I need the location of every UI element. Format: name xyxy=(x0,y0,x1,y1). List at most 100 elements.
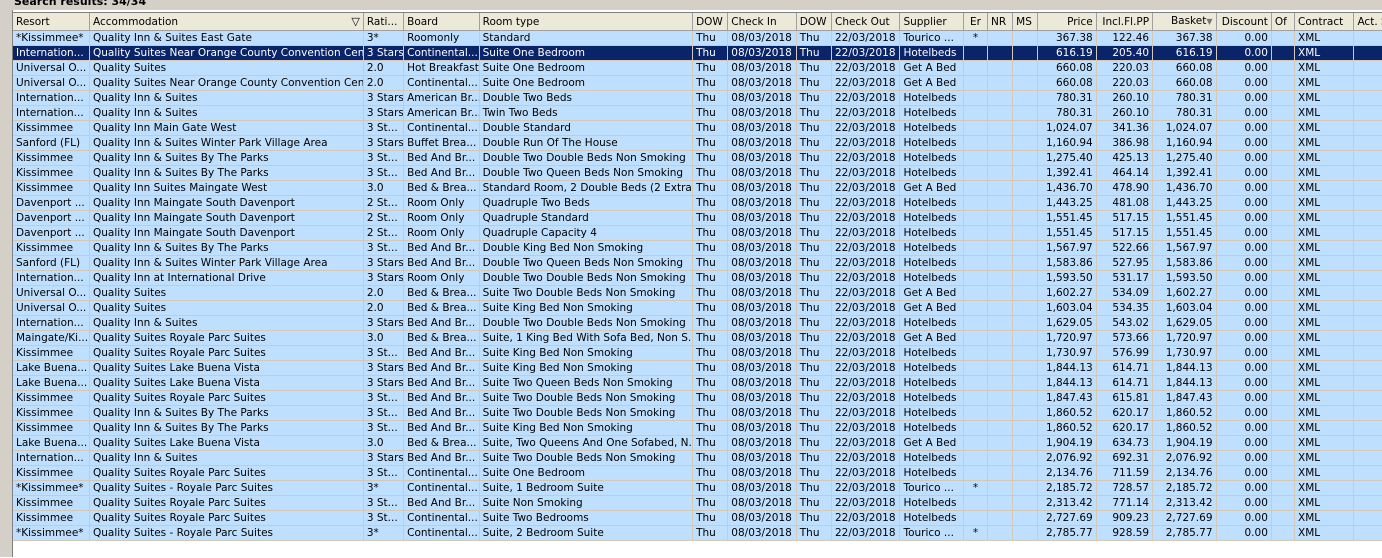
cell-check-out: 22/03/2018 xyxy=(831,270,901,286)
cell-rating: 3 Stars xyxy=(363,270,405,286)
table-row[interactable]: Universal O... Quality Suites 2.0 Bed & Bre… xyxy=(13,285,1382,301)
table-row[interactable]: Internation... Quality Inn & Suites 3 Star… xyxy=(13,105,1382,121)
cell-supplier: Hotelbeds xyxy=(899,105,964,121)
column-header-er[interactable]: Er xyxy=(963,13,989,31)
table-row[interactable]: Kissimmee Quality Inn & Suites By The Par… xyxy=(13,240,1382,256)
column-header-act-su[interactable]: Act. Su xyxy=(1353,13,1382,31)
table-row[interactable]: *Kissimmee* Quality Inn & Suites East Gat… xyxy=(13,30,1382,46)
table-row[interactable]: Davenport ... Quality Inn Maingate South … xyxy=(13,225,1382,241)
column-header-dow-in[interactable]: DOW xyxy=(692,13,729,31)
column-header-check-out[interactable]: Check Out xyxy=(831,13,901,31)
cell-ms xyxy=(1012,405,1039,421)
cell-check-in: 08/03/2018 xyxy=(727,480,797,496)
table-row[interactable]: Kissimmee Quality Inn & Suites By The Par… xyxy=(13,420,1382,436)
column-header-contract[interactable]: Contract xyxy=(1294,13,1355,31)
column-header-rating[interactable]: Rati... xyxy=(363,13,405,31)
cell-act-su xyxy=(1353,420,1382,436)
cell-dow-in: Thu xyxy=(692,480,729,496)
cell-board: Bed And Br... xyxy=(403,360,480,376)
cell-incl-fl-pp: 634.73 xyxy=(1096,435,1154,451)
table-row[interactable]: Kissimmee Quality Suites Royale Parc Suit… xyxy=(13,390,1382,406)
table-row[interactable]: Sanford (FL) Quality Inn & Suites Winter … xyxy=(13,255,1382,271)
column-header-price[interactable]: Price xyxy=(1037,13,1097,31)
cell-price: 616.19 xyxy=(1037,45,1097,61)
column-header-resort[interactable]: Resort xyxy=(13,13,91,31)
cell-room-type: Suite King Bed Non Smoking xyxy=(479,345,694,361)
table-row[interactable]: *Kissimmee* Quality Suites - Royale Parc … xyxy=(13,525,1382,541)
cell-board: Continental... xyxy=(403,45,480,61)
cell-nr xyxy=(987,375,1014,391)
cell-rating: 3* xyxy=(363,30,405,46)
cell-basket: 1,844.13 xyxy=(1152,375,1217,391)
cell-of xyxy=(1271,525,1296,541)
cell-er xyxy=(963,210,989,226)
cell-board: Bed & Brea... xyxy=(403,285,480,301)
table-row[interactable]: Davenport ... Quality Inn Maingate South … xyxy=(13,195,1382,211)
table-row[interactable]: Kissimmee Quality Suites Royale Parc Suit… xyxy=(13,495,1382,511)
results-grid[interactable]: Resort Accommodation ▽ Rati... Board Room typ… xyxy=(13,12,1382,558)
column-header-of[interactable]: Of xyxy=(1271,13,1296,31)
cell-of xyxy=(1271,45,1296,61)
table-row[interactable]: *Kissimmee* Quality Suites - Royale Parc … xyxy=(13,480,1382,496)
cell-room-type: Suite One Bedroom xyxy=(479,465,694,481)
cell-check-out: 22/03/2018 xyxy=(831,30,901,46)
cell-contract: XML xyxy=(1294,330,1355,346)
table-row[interactable]: Lake Buena... Quality Suites Lake Buena V… xyxy=(13,360,1382,376)
cell-supplier: Hotelbeds xyxy=(899,375,964,391)
column-header-discount[interactable]: Discount xyxy=(1216,13,1272,31)
cell-board: Bed & Brea... xyxy=(403,435,480,451)
cell-resort: Davenport ... xyxy=(13,210,91,226)
column-header-ms[interactable]: MS xyxy=(1012,13,1039,31)
cell-act-su xyxy=(1353,285,1382,301)
table-row[interactable]: Kissimmee Quality Inn & Suites By The Par… xyxy=(13,165,1382,181)
table-row[interactable]: Internation... Quality Suites Near Orange… xyxy=(13,45,1382,61)
cell-discount: 0.00 xyxy=(1216,525,1272,541)
table-row[interactable]: Lake Buena... Quality Suites Lake Buena V… xyxy=(13,435,1382,451)
table-row[interactable]: Kissimmee Quality Inn & Suites By The Par… xyxy=(13,150,1382,166)
table-row[interactable]: Davenport ... Quality Inn Maingate South … xyxy=(13,210,1382,226)
table-row[interactable]: Universal O... Quality Suites 2.0 Hot Break… xyxy=(13,60,1382,76)
table-row[interactable]: Kissimmee Quality Inn Suites Maingate Wes… xyxy=(13,180,1382,196)
table-row[interactable]: Sanford (FL) Quality Inn & Suites Winter … xyxy=(13,135,1382,151)
table-row[interactable]: Kissimmee Quality Suites Royale Parc Suit… xyxy=(13,510,1382,526)
table-row[interactable]: Internation... Quality Inn & Suites 3 Star… xyxy=(13,90,1382,106)
column-header-board[interactable]: Board xyxy=(403,13,480,31)
table-row[interactable]: Internation... Quality Inn & Suites 3 Star… xyxy=(13,315,1382,331)
cell-dow-out: Thu xyxy=(796,315,832,331)
table-row[interactable]: Internation... Quality Inn at Internation… xyxy=(13,270,1382,286)
table-row[interactable]: Universal O... Quality Suites 2.0 Bed & Bre… xyxy=(13,300,1382,316)
cell-ms xyxy=(1012,135,1039,151)
cell-act-su xyxy=(1353,60,1382,76)
cell-resort: *Kissimmee* xyxy=(13,30,91,46)
table-row[interactable]: Kissimmee Quality Suites Royale Parc Suit… xyxy=(13,465,1382,481)
cell-act-su xyxy=(1353,75,1382,91)
column-header-incl-fl-pp[interactable]: Incl.Fl.PP xyxy=(1096,13,1154,31)
cell-incl-fl-pp: 527.95 xyxy=(1096,255,1154,271)
cell-resort: Internation... xyxy=(13,105,91,121)
column-header-check-in[interactable]: Check In xyxy=(727,13,797,31)
table-row[interactable]: Universal O... Quality Suites Near Orange… xyxy=(13,75,1382,91)
cell-discount: 0.00 xyxy=(1216,270,1272,286)
column-header-basket[interactable]: Basket▼ xyxy=(1152,13,1217,31)
cell-act-su xyxy=(1353,240,1382,256)
filter-icon[interactable]: ▽ xyxy=(351,14,359,30)
cell-act-su xyxy=(1353,375,1382,391)
cell-room-type: Suite King Bed Non Smoking xyxy=(479,300,694,316)
cell-room-type: Double Two Queen Beds Non Smoking xyxy=(479,255,694,271)
table-row[interactable]: Maingate/Ki... Quality Suites Royale Parc… xyxy=(13,330,1382,346)
column-header-nr[interactable]: NR xyxy=(987,13,1014,31)
cell-nr xyxy=(987,30,1014,46)
cell-rating: 3* xyxy=(363,480,405,496)
table-row[interactable]: Kissimmee Quality Inn Main Gate West 3 St.… xyxy=(13,120,1382,136)
table-row[interactable]: Lake Buena... Quality Suites Lake Buena V… xyxy=(13,375,1382,391)
column-header-dow-out[interactable]: DOW xyxy=(796,13,832,31)
table-row[interactable]: Kissimmee Quality Suites Royale Parc Suit… xyxy=(13,345,1382,361)
column-header-accommodation[interactable]: Accommodation ▽ xyxy=(89,13,364,31)
cell-contract: XML xyxy=(1294,390,1355,406)
table-row[interactable]: Kissimmee Quality Inn & Suites By The Par… xyxy=(13,405,1382,421)
cell-basket: 1,275.40 xyxy=(1152,150,1217,166)
table-row[interactable]: Internation... Quality Inn & Suites 3 Star… xyxy=(13,450,1382,466)
column-header-supplier[interactable]: Supplier xyxy=(899,13,964,31)
cell-price: 780.31 xyxy=(1037,90,1097,106)
column-header-room-type[interactable]: Room type xyxy=(479,13,694,31)
